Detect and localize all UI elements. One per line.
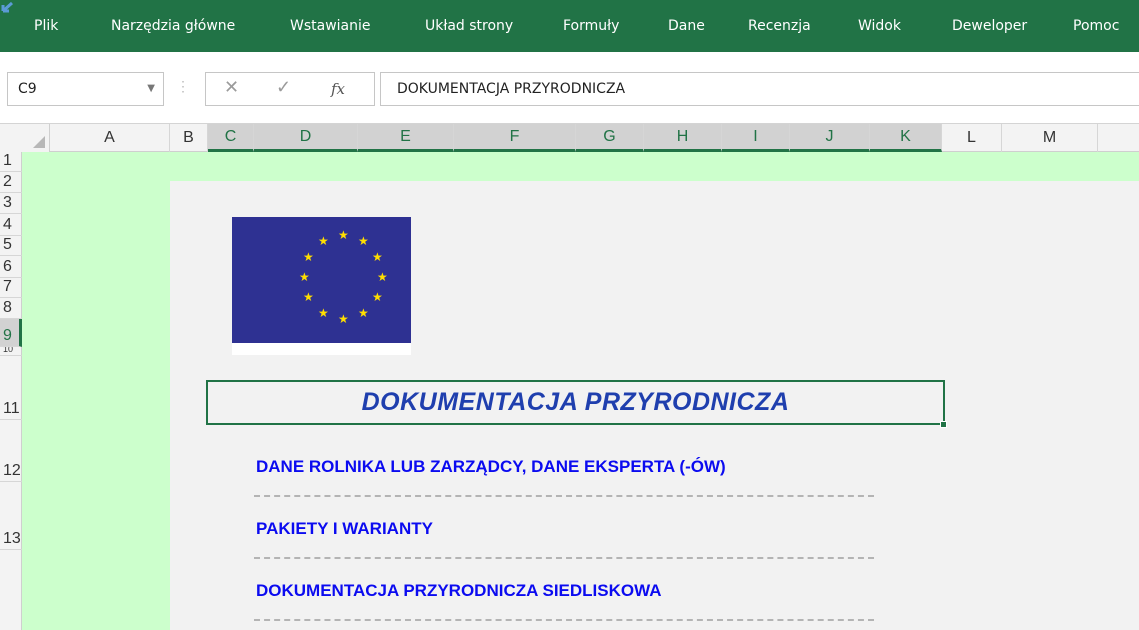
star-icon: ★ bbox=[372, 250, 383, 264]
tab-deweloper[interactable]: Deweloper bbox=[952, 0, 1027, 52]
tab-dane[interactable]: Dane bbox=[668, 0, 705, 52]
column-header-g[interactable]: G bbox=[576, 124, 644, 152]
star-icon: ★ bbox=[338, 312, 349, 326]
row-header-1[interactable]: 1 bbox=[0, 152, 22, 172]
row-header-11[interactable]: 11 bbox=[0, 356, 22, 420]
column-header-j[interactable]: J bbox=[790, 124, 870, 152]
row-header-8[interactable]: 8 bbox=[0, 298, 22, 319]
row-header-13[interactable]: 13 bbox=[0, 482, 22, 550]
star-icon: ★ bbox=[303, 250, 314, 264]
column-header-e[interactable]: E bbox=[358, 124, 454, 152]
section-link-dane-rolnika[interactable]: DANE ROLNIKA LUB ZARZĄDCY, DANE EKSPERTA… bbox=[256, 457, 726, 477]
back-arrow-icon[interactable] bbox=[0, 0, 14, 14]
column-header-b[interactable]: B bbox=[170, 124, 208, 152]
dashed-divider bbox=[254, 557, 874, 559]
star-icon: ★ bbox=[318, 234, 329, 248]
star-icon: ★ bbox=[338, 228, 349, 242]
dashed-divider bbox=[254, 495, 874, 497]
formula-bar: C9 ▼ ⋮ ✕ ✓ fx DOKUMENTACJA PRZYRODNICZA bbox=[0, 52, 1139, 124]
row-header-9[interactable]: 9 bbox=[0, 319, 22, 347]
separator-dots: ⋮ bbox=[176, 78, 190, 94]
tab-formuly[interactable]: Formuły bbox=[563, 0, 619, 52]
select-all-icon bbox=[33, 136, 45, 148]
row-header-7[interactable]: 7 bbox=[0, 278, 22, 298]
enter-icon[interactable]: ✓ bbox=[276, 77, 291, 98]
name-box-value: C9 bbox=[18, 81, 37, 97]
column-headers: A B C D E F G H I J K L M bbox=[0, 124, 1139, 152]
selected-title-cell[interactable]: DOKUMENTACJA PRZYRODNICZA bbox=[206, 380, 945, 425]
star-icon: ★ bbox=[358, 234, 369, 248]
ribbon-tabs: Plik Narzędzia główne Wstawianie Układ s… bbox=[0, 0, 1139, 52]
document-title: DOKUMENTACJA PRZYRODNICZA bbox=[361, 388, 790, 416]
formula-buttons: ✕ ✓ fx bbox=[205, 72, 375, 106]
row-header-4[interactable]: 4 bbox=[0, 214, 22, 236]
tab-narzedzia-glowne[interactable]: Narzędzia główne bbox=[111, 0, 235, 52]
row-header-10[interactable]: 10 bbox=[0, 347, 22, 356]
row-header-5[interactable]: 5 bbox=[0, 236, 22, 256]
flag-bottom-strip bbox=[232, 343, 411, 355]
column-header-d[interactable]: D bbox=[254, 124, 358, 152]
tab-pomoc[interactable]: Pomoc bbox=[1073, 0, 1119, 52]
column-header-i[interactable]: I bbox=[722, 124, 790, 152]
star-icon: ★ bbox=[372, 290, 383, 304]
cancel-icon[interactable]: ✕ bbox=[224, 77, 239, 98]
function-icon[interactable]: fx bbox=[331, 80, 345, 98]
star-icon: ★ bbox=[358, 306, 369, 320]
column-header-l[interactable]: L bbox=[942, 124, 1002, 152]
row-header-12[interactable]: 12 bbox=[0, 420, 22, 482]
tab-uklad-strony[interactable]: Układ strony bbox=[425, 0, 513, 52]
star-icon: ★ bbox=[299, 270, 310, 284]
column-header-f[interactable]: F bbox=[454, 124, 576, 152]
star-icon: ★ bbox=[303, 290, 314, 304]
row-headers: 1 2 3 4 5 6 7 8 9 10 11 12 13 bbox=[0, 152, 22, 630]
tab-plik[interactable]: Plik bbox=[34, 0, 58, 52]
tab-widok[interactable]: Widok bbox=[858, 0, 901, 52]
name-box[interactable]: C9 ▼ bbox=[7, 72, 164, 106]
formula-input[interactable]: DOKUMENTACJA PRZYRODNICZA bbox=[380, 72, 1139, 106]
row-header-2[interactable]: 2 bbox=[0, 172, 22, 193]
tab-wstawianie[interactable]: Wstawianie bbox=[290, 0, 371, 52]
section-link-siedliskowa[interactable]: DOKUMENTACJA PRZYRODNICZA SIEDLISKOWA bbox=[256, 581, 662, 601]
dashed-divider bbox=[254, 619, 874, 621]
column-header-m[interactable]: M bbox=[1002, 124, 1098, 152]
select-all-button[interactable] bbox=[0, 124, 50, 152]
tab-recenzja[interactable]: Recenzja bbox=[748, 0, 811, 52]
column-header-a[interactable]: A bbox=[50, 124, 170, 152]
column-header-h[interactable]: H bbox=[644, 124, 722, 152]
star-icon: ★ bbox=[377, 270, 388, 284]
column-header-k[interactable]: K bbox=[870, 124, 942, 152]
row-header-3[interactable]: 3 bbox=[0, 193, 22, 214]
star-icon: ★ bbox=[318, 306, 329, 320]
chevron-down-icon[interactable]: ▼ bbox=[147, 73, 155, 105]
column-header-c[interactable]: C bbox=[208, 124, 254, 152]
fill-handle[interactable] bbox=[940, 421, 947, 428]
section-link-pakiety[interactable]: PAKIETY I WARIANTY bbox=[256, 519, 433, 539]
row-header-6[interactable]: 6 bbox=[0, 256, 22, 278]
